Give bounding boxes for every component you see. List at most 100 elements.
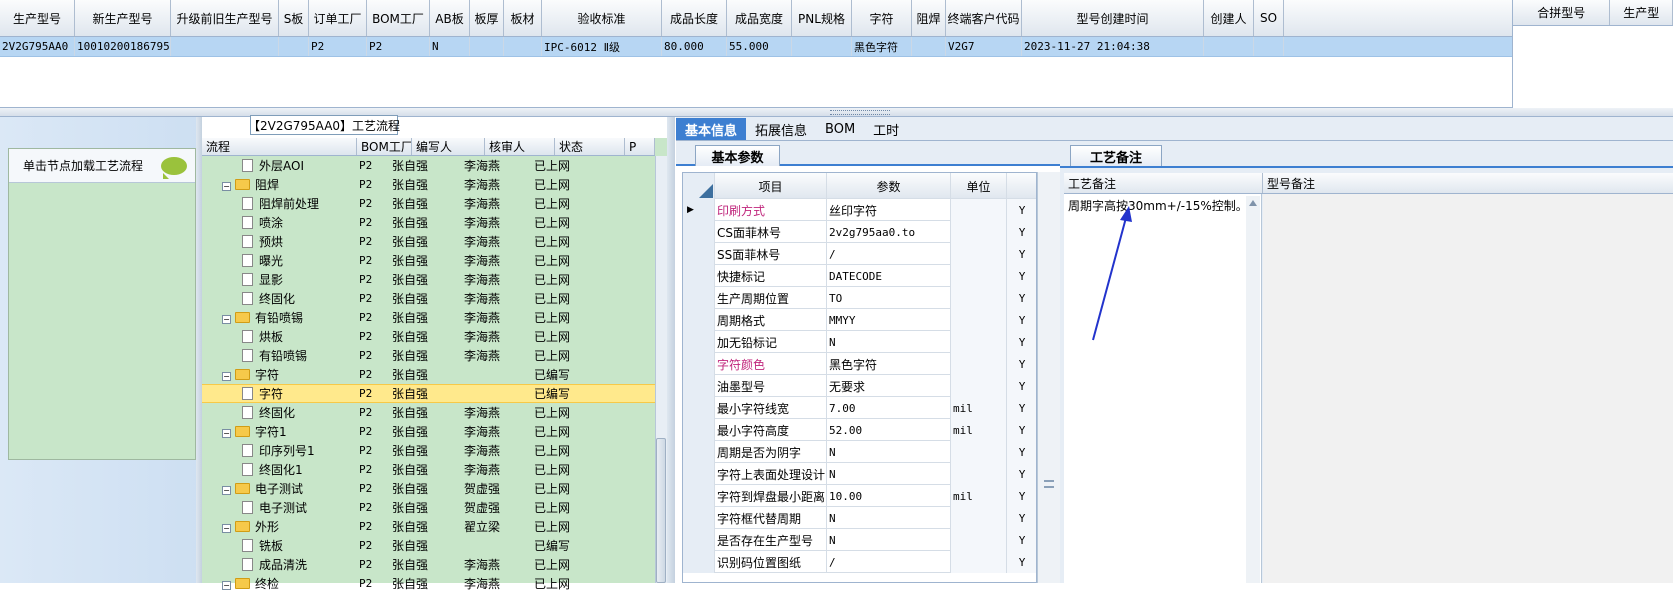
top-cell[interactable] — [504, 37, 542, 56]
collapse-icon[interactable]: − — [222, 524, 231, 533]
param-grid[interactable]: 项目 参数 单位 ▶ 印刷方式 丝印字符 Y CS面菲林号 2v2g795aa0.to Y SS面菲… — [682, 172, 1037, 583]
param-flag[interactable]: Y — [1007, 551, 1036, 573]
tree-node[interactable]: 终固化 — [242, 404, 295, 421]
row-indicator[interactable] — [683, 243, 715, 265]
top-cell[interactable]: 2023-11-27 21:04:38 — [1022, 37, 1204, 56]
param-col-header[interactable]: 参数 — [827, 173, 951, 199]
param-value[interactable]: N — [827, 441, 951, 463]
tree-row[interactable]: 预烘 P2 张自强 李海燕 已上网 — [202, 232, 655, 251]
tree-col-header[interactable]: 流程 — [202, 138, 357, 155]
param-value[interactable]: / — [827, 551, 951, 573]
param-value[interactable]: 52.00 — [827, 419, 951, 441]
note-scrollbar[interactable] — [1246, 196, 1260, 583]
param-row[interactable]: ▶ 印刷方式 丝印字符 Y — [683, 199, 1036, 221]
row-indicator[interactable] — [683, 287, 715, 309]
tree-node[interactable]: 有铅喷锡 — [242, 347, 307, 364]
param-scrollbar[interactable] — [1037, 172, 1061, 583]
row-indicator[interactable] — [683, 397, 715, 419]
collapse-icon[interactable]: − — [222, 182, 231, 191]
tree-row[interactable]: 有铅喷锡 P2 张自强 李海燕 已上网 — [202, 346, 655, 365]
tree-col-header[interactable]: 核审人 — [485, 138, 555, 155]
tree-row[interactable]: 成品清洗 P2 张自强 李海燕 已上网 — [202, 555, 655, 574]
tree-node[interactable]: − 字符1 — [222, 423, 287, 440]
tree-row[interactable]: − 阻焊 P2 张自强 李海燕 已上网 — [202, 175, 655, 194]
process-tree[interactable]: 外层AOI P2 张自强 李海燕 已上网 − 阻焊 P2 张自强 李海燕 已上网 阻焊前处理 P2 张自强… — [202, 138, 667, 591]
tab-item[interactable]: 工时 — [864, 118, 908, 140]
param-flag[interactable]: Y — [1007, 221, 1036, 243]
tree-node[interactable]: 铣板 — [242, 537, 283, 554]
collapse-icon[interactable]: − — [222, 315, 231, 324]
param-flag[interactable]: Y — [1007, 265, 1036, 287]
param-flag[interactable]: Y — [1007, 485, 1036, 507]
param-row[interactable]: 快捷标记 DATECODE Y — [683, 265, 1036, 287]
tree-node[interactable]: 喷涂 — [242, 214, 283, 231]
param-row[interactable]: 最小字符线宽 7.00 mil Y — [683, 397, 1036, 419]
load-process-header[interactable]: 单击节点加载工艺流程 — [9, 149, 195, 183]
param-value[interactable]: 黑色字符 — [827, 353, 951, 375]
tree-row[interactable]: 印序列号1 P2 张自强 李海燕 已上网 — [202, 441, 655, 460]
tree-row[interactable]: 铣板 P2 张自强 已编写 — [202, 536, 655, 555]
param-value[interactable]: N — [827, 529, 951, 551]
tree-col-header[interactable]: 状态 — [555, 138, 625, 155]
param-flag[interactable]: Y — [1007, 243, 1036, 265]
top-cell[interactable]: 黑色字符 — [852, 37, 912, 56]
tree-col-header[interactable]: 编写人 — [412, 138, 485, 155]
param-value[interactable]: DATECODE — [827, 265, 951, 287]
param-value[interactable]: 2v2g795aa0.to — [827, 221, 951, 243]
row-indicator[interactable] — [683, 507, 715, 529]
param-flag[interactable]: Y — [1007, 441, 1036, 463]
tree-row[interactable]: − 字符1 P2 张自强 李海燕 已上网 — [202, 422, 655, 441]
tree-node[interactable]: − 电子测试 — [222, 480, 303, 497]
param-flag[interactable]: Y — [1007, 419, 1036, 441]
tree-node[interactable]: 终固化 — [242, 290, 295, 307]
tree-node[interactable]: − 终检 — [222, 575, 279, 592]
top-col-header[interactable]: 验收标准 — [542, 0, 662, 36]
tree-node[interactable]: − 外形 — [222, 518, 279, 535]
param-flag[interactable]: Y — [1007, 375, 1036, 397]
param-value[interactable]: N — [827, 507, 951, 529]
tree-node[interactable]: 外层AOI — [242, 157, 304, 174]
top-col-header[interactable]: 新生产型号 — [75, 0, 171, 36]
top-cell[interactable] — [1204, 37, 1254, 56]
collapse-icon[interactable]: − — [222, 581, 231, 590]
param-flag[interactable]: Y — [1007, 331, 1036, 353]
collapse-icon[interactable]: − — [222, 486, 231, 495]
tree-node[interactable]: 阻焊前处理 — [242, 195, 319, 212]
top-col-header[interactable]: 型号创建时间 — [1022, 0, 1204, 36]
top-col-header[interactable]: PNL规格 — [792, 0, 852, 36]
row-indicator[interactable] — [683, 265, 715, 287]
tree-node[interactable]: 成品清洗 — [242, 556, 307, 573]
top-cell[interactable]: V2G7 — [946, 37, 1022, 56]
top-col-header[interactable]: S板 — [279, 0, 309, 36]
top-col-header[interactable]: 订单工厂 — [309, 0, 367, 36]
tab-process-notes[interactable]: 工艺备注 — [1070, 145, 1162, 166]
param-flag[interactable]: Y — [1007, 199, 1036, 221]
row-indicator[interactable] — [683, 375, 715, 397]
param-row[interactable]: 加无铅标记 N Y — [683, 331, 1036, 353]
param-row[interactable]: 字符上表面处理设计 N Y — [683, 463, 1036, 485]
row-indicator[interactable]: ▶ — [683, 199, 715, 221]
param-row[interactable]: 字符颜色 黑色字符 Y — [683, 353, 1036, 375]
collapse-icon[interactable]: − — [222, 372, 231, 381]
param-row[interactable]: 字符到焊盘最小距离 10.00 mil Y — [683, 485, 1036, 507]
tree-node[interactable]: 烘板 — [242, 328, 283, 345]
top-cell[interactable]: IPC-6012 Ⅱ级 — [542, 37, 662, 56]
top-cell[interactable]: P2 — [367, 37, 430, 56]
param-row[interactable]: 生产周期位置 TO Y — [683, 287, 1036, 309]
tree-row[interactable]: − 字符 P2 张自强 已编写 — [202, 365, 655, 384]
tree-node[interactable]: 电子测试 — [242, 499, 307, 516]
param-row[interactable]: 油墨型号 无要求 Y — [683, 375, 1036, 397]
tree-node[interactable]: − 有铅喷锡 — [222, 309, 303, 326]
top-col-header[interactable]: 阻焊 — [912, 0, 946, 36]
top-col-header[interactable]: 板厚 — [470, 0, 504, 36]
row-indicator[interactable] — [683, 353, 715, 375]
top-col-header[interactable]: 升级前旧生产型号 — [171, 0, 279, 36]
param-flag[interactable]: Y — [1007, 309, 1036, 331]
tree-row[interactable]: 显影 P2 张自强 李海燕 已上网 — [202, 270, 655, 289]
param-col-header[interactable]: 项目 — [715, 173, 827, 199]
top-cell[interactable] — [279, 37, 309, 56]
tab-basic-params[interactable]: 基本参数 — [695, 145, 780, 166]
tree-row[interactable]: 终固化1 P2 张自强 李海燕 已上网 — [202, 460, 655, 479]
param-flag[interactable]: Y — [1007, 529, 1036, 551]
tree-row[interactable]: − 电子测试 P2 张自强 贺虚强 已上网 — [202, 479, 655, 498]
